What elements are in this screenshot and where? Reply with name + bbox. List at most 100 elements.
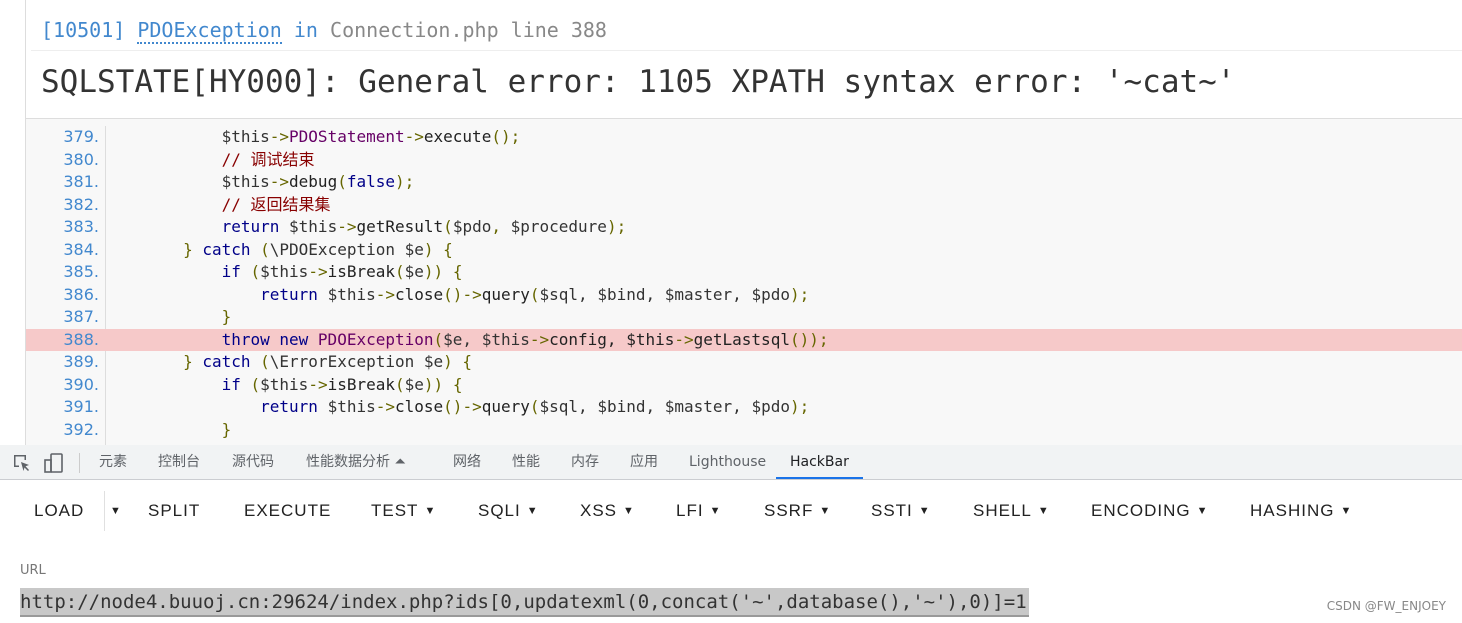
code-token: )) { [423, 374, 463, 394]
devtools-tabbar: 元素 控制台 源代码 性能数据分析 ⏶ 网络 性能 内存 应用 Lighthouse HackBa… [0, 445, 1462, 480]
code-text: } [106, 306, 232, 329]
line-number: 390. [63, 374, 99, 394]
code-token: $e [404, 262, 424, 281]
execute-button[interactable]: EXECUTE [244, 501, 331, 521]
lfi-button[interactable]: LFI ▼ [676, 501, 721, 521]
code-token: getLastsql [693, 329, 790, 349]
button-label: XSS [580, 501, 618, 520]
devtools-tab[interactable]: 元素 [99, 445, 127, 479]
code-token: ); [789, 397, 810, 416]
code-token: if [221, 262, 251, 281]
caret-down-icon: ▼ [1196, 505, 1209, 517]
code-text: if ($this->isBreak($e)) { [106, 374, 463, 397]
button-label: ENCODING [1091, 501, 1191, 520]
button-label: SSTI [871, 501, 913, 520]
code-token: } [221, 307, 232, 326]
code-token: ( [395, 374, 405, 394]
code-token: -> [308, 262, 328, 281]
device-toggle-icon[interactable] [44, 453, 66, 477]
code-token: isBreak [327, 262, 396, 281]
caret-down-icon: ▼ [623, 505, 635, 517]
devtools-tab[interactable]: 性能数据分析 ⏶ [306, 445, 406, 479]
ssrf-button[interactable]: SSRF ▼ [764, 501, 831, 521]
code-token: -> [337, 217, 357, 236]
line-number: 383. [63, 217, 99, 236]
sqli-button[interactable]: SQLI ▼ [478, 501, 539, 521]
code-token: $e [423, 352, 444, 371]
devtools-tab[interactable]: 性能 [512, 445, 540, 479]
code-token: ( [250, 374, 261, 394]
button-label: TEST [371, 501, 419, 520]
code-token: close [395, 397, 444, 416]
code-line: 391. return $this->close()->query($sql, … [26, 396, 1462, 419]
split-button[interactable]: SPLIT [148, 501, 200, 521]
devtools-tab[interactable]: 控制台 [158, 445, 200, 479]
line-number: 391. [63, 397, 99, 416]
code-token: PDOStatement [289, 127, 405, 146]
code-token: -> [308, 374, 328, 394]
code-token: new [279, 329, 318, 349]
error-code: [10501] [41, 18, 126, 42]
code-text: } catch (\PDOException $e) { [106, 239, 453, 262]
exception-class-link[interactable]: PDOException [137, 18, 282, 44]
code-token: ()); [789, 329, 829, 349]
caret-down-icon: ▼ [110, 505, 122, 517]
code-token: return [260, 284, 328, 304]
code-token: } [183, 352, 203, 371]
code-line: 387. } [26, 306, 1462, 329]
button-label: EXECUTE [244, 501, 332, 520]
code-token: \PDOException [269, 239, 405, 259]
line-number: 392. [63, 419, 99, 439]
shell-button[interactable]: SHELL ▼ [973, 501, 1050, 521]
code-token: -> [375, 397, 395, 416]
code-text: $this->debug(false); [106, 171, 415, 194]
load-options-button[interactable]: ▼ [110, 501, 122, 521]
devtools-tab[interactable]: 源代码 [232, 445, 274, 479]
devtools-tab[interactable]: HackBar [776, 445, 863, 479]
code-token: ( [250, 262, 261, 281]
code-line: 382. // 返回结果集 [26, 194, 1462, 217]
code-token: $e [404, 374, 424, 394]
code-token: ( [260, 352, 270, 371]
code-token: throw [221, 329, 280, 349]
code-token: $pdo [452, 217, 492, 236]
code-token: -> [269, 172, 290, 191]
code-token: \ErrorException [269, 352, 424, 371]
devtools-tab[interactable]: Lighthouse [689, 445, 766, 479]
line-number: 379. [63, 127, 99, 146]
watermark: CSDN @FW_ENJOEY [1326, 599, 1446, 613]
divider [31, 50, 1462, 51]
code-text: // 调试结束 [106, 149, 315, 172]
code-token: ) { [443, 352, 473, 371]
code-text: } [106, 419, 232, 442]
inspect-icon[interactable] [12, 453, 32, 477]
encoding-button[interactable]: ENCODING ▼ [1091, 501, 1209, 521]
code-text: if ($this->isBreak($e)) { [106, 261, 463, 284]
test-button[interactable]: TEST ▼ [371, 501, 436, 521]
code-token: $this [260, 374, 309, 394]
ssti-button[interactable]: SSTI ▼ [871, 501, 931, 521]
hashing-button[interactable]: HASHING ▼ [1250, 501, 1352, 521]
code-token: return [221, 217, 290, 236]
code-line: 385. if ($this->isBreak($e)) { [26, 261, 1462, 284]
xss-button[interactable]: XSS ▼ [580, 501, 635, 521]
code-token: query [481, 397, 530, 416]
button-label: SQLI [478, 501, 521, 520]
devtools-tab[interactable]: 网络 [453, 445, 481, 479]
load-button[interactable]: LOAD [34, 501, 84, 521]
line-number: 389. [63, 352, 99, 371]
devtools-tab[interactable]: 应用 [630, 445, 658, 479]
code-token: -> [674, 329, 694, 349]
devtools-tab[interactable]: 内存 [571, 445, 599, 479]
button-label: SSRF [764, 501, 814, 520]
code-line-highlighted: 388. throw new PDOException($e, $this->c… [26, 328, 1462, 351]
code-token: $this [221, 127, 270, 146]
code-token: ( [529, 284, 540, 304]
caret-down-icon: ▼ [424, 505, 437, 517]
error-page: [10501] PDOException in Connection.php l… [0, 0, 1462, 445]
url-input[interactable]: http://node4.buuoj.cn:29624/index.php?id… [20, 588, 1029, 617]
exception-info: [10501] PDOException in Connection.php l… [41, 18, 607, 44]
caret-down-icon: ▼ [1037, 505, 1050, 517]
code-token: ); [789, 284, 810, 304]
divider [104, 491, 105, 531]
